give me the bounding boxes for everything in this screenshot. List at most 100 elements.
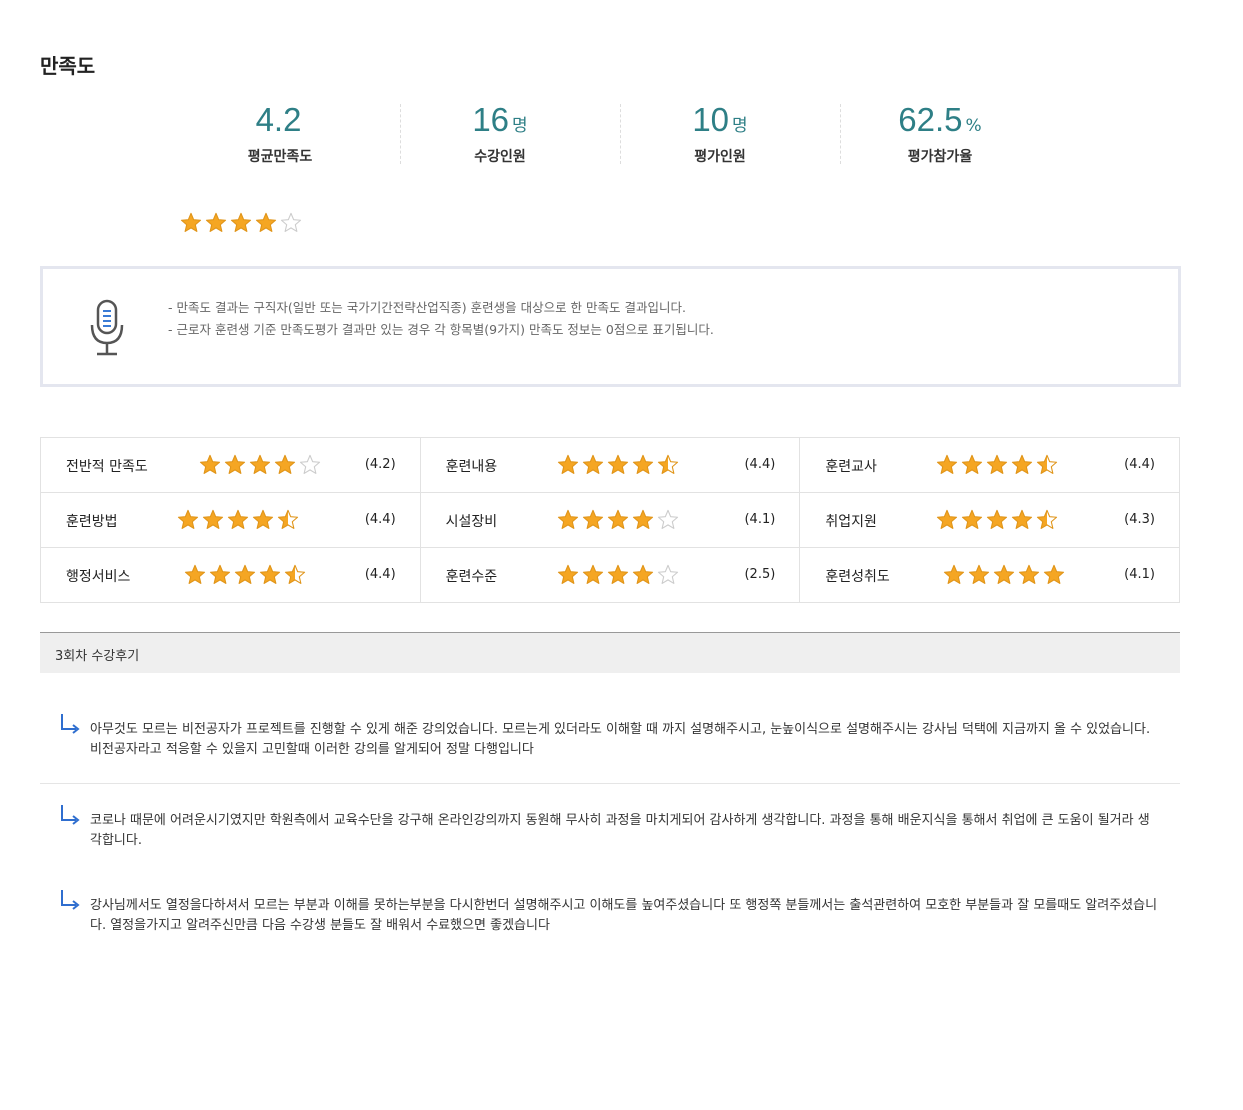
stat-label: 평균만족도 — [247, 149, 313, 165]
rating-cell-content: 훈련내용 (4.4) — [419, 437, 801, 493]
rating-name: 행정서비스 — [66, 569, 131, 585]
reply-arrow-icon — [61, 805, 80, 825]
star-full-icon — [202, 509, 224, 529]
rating-cell-teacher: 훈련교사 (4.4) — [799, 437, 1180, 493]
rating-stars — [557, 454, 679, 476]
rating-score: (4.3) — [1124, 512, 1155, 527]
star-full-icon — [199, 454, 221, 474]
star-full-icon — [557, 454, 578, 474]
star-full-icon — [274, 454, 296, 474]
review-text: 코로나 때문에 어려운시기였지만 학원측에서 교육수단을 강구해 온라인강의까지… — [90, 813, 1150, 848]
star-full-icon — [632, 454, 653, 474]
reply-arrow-icon — [61, 890, 80, 910]
star-full-icon — [557, 564, 578, 584]
star-full-icon — [1019, 564, 1040, 584]
star-full-icon — [1044, 564, 1065, 584]
star-full-icon — [937, 509, 958, 529]
rating-score: (4.4) — [364, 567, 396, 582]
star-full-icon — [209, 564, 231, 584]
review-text: 강사님께서도 열정을다하셔서 모르는 부분과 이해를 못하는부분을 다시한번더 … — [90, 898, 1158, 933]
rating-stars — [936, 454, 1058, 476]
notice-line: 만족도 결과는 구직자(일반 또는 국가기간전략산업직종) 훈련생을 대상으로 … — [168, 297, 714, 319]
stat-average-satisfaction: 4.2 평균만족도 — [170, 100, 390, 166]
rating-stars — [557, 509, 679, 531]
star-full-icon — [180, 212, 202, 232]
star-half-icon — [284, 564, 306, 584]
rating-score: (4.2) — [364, 457, 396, 472]
star-full-icon — [177, 509, 199, 529]
star-half-icon — [1037, 509, 1058, 529]
rating-cell-achievement: 훈련성취도 (4.1) — [799, 547, 1180, 603]
star-full-icon — [607, 564, 628, 584]
rating-cell-admin: 행정서비스 (4.4) — [40, 547, 421, 603]
star-full-icon — [230, 212, 252, 232]
star-full-icon — [234, 564, 256, 584]
rating-stars — [184, 564, 306, 586]
rating-name: 취업지원 — [825, 514, 877, 530]
notice-list: 만족도 결과는 구직자(일반 또는 국가기간전략산업직종) 훈련생을 대상으로 … — [168, 297, 714, 341]
star-full-icon — [987, 454, 1008, 474]
rating-cell-level: 훈련수준 (2.5) — [419, 547, 801, 603]
rating-name: 훈련성취도 — [825, 569, 890, 585]
stat-label: 평가참가율 — [907, 149, 973, 165]
star-full-icon — [937, 454, 958, 474]
star-full-icon — [582, 454, 603, 474]
rating-score: (4.1) — [1124, 567, 1155, 582]
star-full-icon — [1012, 509, 1033, 529]
star-full-icon — [962, 454, 983, 474]
rating-cell-overall: 전반적 만족도 (4.2) — [40, 437, 421, 493]
rating-name: 훈련교사 — [825, 459, 877, 475]
notice-box: 만족도 결과는 구직자(일반 또는 국가기간전략산업직종) 훈련생을 대상으로 … — [40, 266, 1181, 387]
microphone-icon — [90, 299, 124, 356]
notice-line: 근로자 훈련생 기준 만족도평가 결과만 있는 경우 각 항목별(9가지) 만족… — [168, 319, 713, 341]
rating-score: (4.4) — [744, 457, 776, 472]
star-full-icon — [994, 564, 1015, 584]
rating-name: 전반적 만족도 — [66, 459, 148, 475]
rating-table: 전반적 만족도 (4.2) 훈련내용 (4.4) 훈련교사 (4.4) 훈련방법… — [40, 437, 1180, 603]
star-full-icon — [632, 564, 653, 584]
stat-value: 16 — [472, 101, 510, 138]
review-text: 아무것도 모르는 비전공자가 프로젝트를 진행할 수 있게 해준 강의었습니다.… — [90, 722, 1151, 757]
star-full-icon — [205, 212, 227, 232]
star-half-icon — [277, 509, 299, 529]
star-full-icon — [557, 509, 578, 529]
star-full-icon — [1012, 454, 1033, 474]
star-full-icon — [607, 509, 628, 529]
rating-name: 훈련내용 — [445, 459, 498, 475]
star-full-icon — [252, 509, 274, 529]
star-full-icon — [632, 509, 653, 529]
rating-stars — [557, 564, 679, 586]
stat-unit: 명 — [512, 116, 528, 136]
star-full-icon — [969, 564, 990, 584]
rating-name: 시설장비 — [445, 514, 498, 530]
rating-score: (4.1) — [744, 512, 776, 527]
stat-evaluators: 10 명 평가인원 — [610, 100, 830, 166]
star-empty-icon — [280, 212, 302, 232]
review-divider — [40, 783, 1180, 784]
rating-stars — [177, 509, 299, 531]
stats-summary: 4.2 평균만족도 16 명 수강인원 10 명 평가인원 62.5% 평가참가율 — [170, 100, 1050, 166]
overall-star-rating — [180, 212, 302, 234]
stat-value: 62.5 — [898, 101, 963, 138]
stat-unit: % — [965, 116, 982, 136]
star-full-icon — [255, 212, 277, 232]
star-empty-icon — [657, 509, 678, 529]
star-full-icon — [987, 509, 1008, 529]
star-half-icon — [1037, 454, 1058, 474]
rating-score: (4.4) — [1124, 457, 1155, 472]
star-full-icon — [944, 564, 965, 584]
rating-stars — [199, 454, 321, 476]
stat-label: 평가인원 — [694, 149, 746, 165]
rating-stars — [936, 509, 1058, 531]
stat-unit: 명 — [732, 116, 748, 136]
star-full-icon — [184, 564, 206, 584]
star-full-icon — [259, 564, 281, 584]
star-full-icon — [582, 564, 603, 584]
rating-stars — [943, 564, 1065, 586]
star-full-icon — [249, 454, 271, 474]
rating-cell-facility: 시설장비 (4.1) — [419, 492, 801, 548]
reply-arrow-icon — [61, 714, 80, 734]
stat-label: 수강인원 — [474, 149, 526, 165]
star-half-icon — [657, 454, 678, 474]
star-full-icon — [607, 454, 628, 474]
